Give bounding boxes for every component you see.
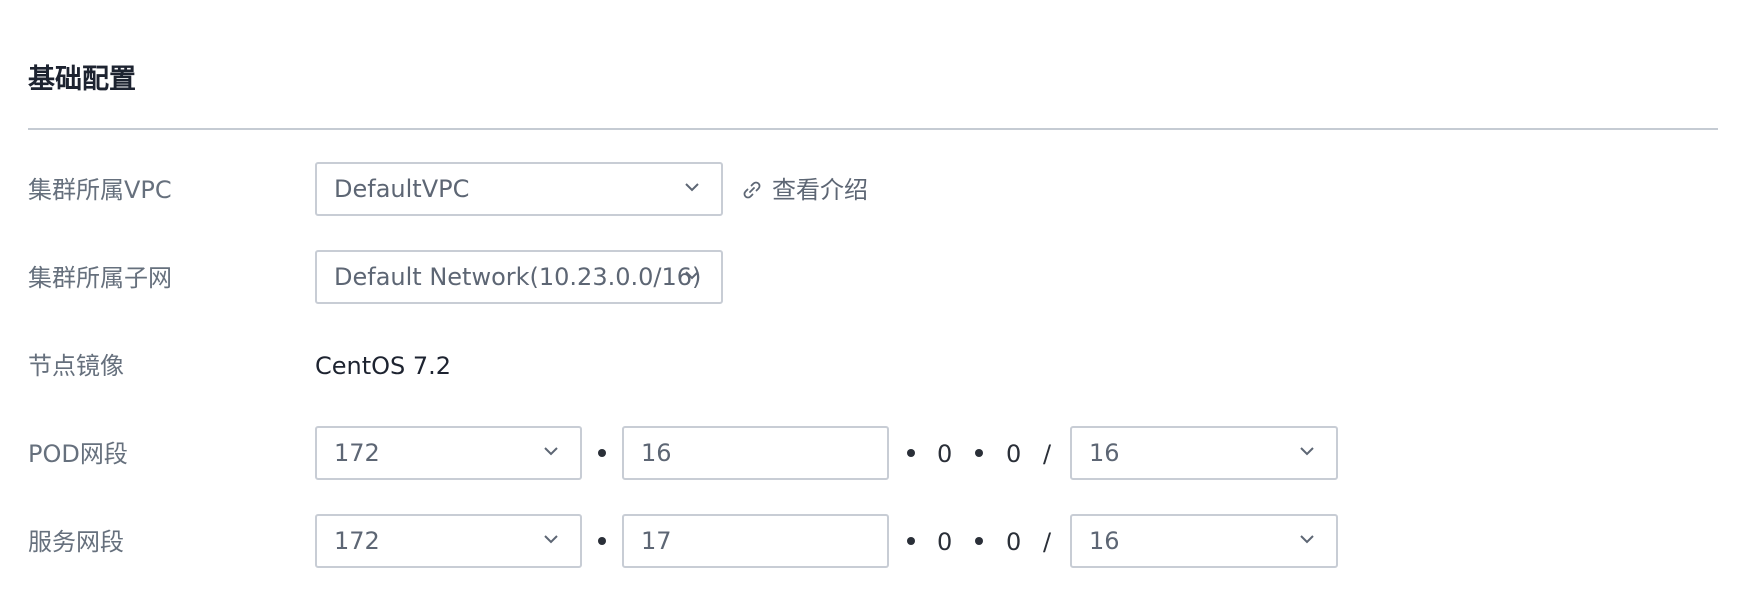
pod-cidr-label: POD网段 [28,440,128,468]
subnet-select-value: Default Network(10.23.0.0/16) [334,263,702,291]
pod-cidr-octet2-input[interactable]: 16 [622,426,889,480]
octet-separator-dot [907,449,915,457]
vpc-select[interactable]: DefaultVPC [315,162,723,216]
service-cidr-row: 服务网段 172 17 0 0 / 16 [0,512,1748,572]
pod-cidr-octet1-value: 172 [334,439,380,467]
vpc-row: 集群所属VPC DefaultVPC 查看介绍 [0,160,1748,220]
octet-separator-dot [975,449,983,457]
node-image-row: 节点镜像 CentOS 7.2 [0,336,1748,396]
pod-cidr-octet4: 0 [1006,440,1022,468]
link-icon [743,181,761,199]
octet-separator-dot [907,537,915,545]
subnet-select[interactable]: Default Network(10.23.0.0/16) [315,250,723,304]
chevron-down-icon [544,535,558,544]
service-cidr-mask-value: 16 [1089,527,1120,555]
vpc-label: 集群所属VPC [28,176,172,204]
pod-cidr-octet1-select[interactable]: 172 [315,426,582,480]
pod-cidr-mask-select[interactable]: 16 [1070,426,1338,480]
chevron-down-icon [685,271,699,280]
section-title: 基础配置 [28,64,136,95]
pod-cidr-row: POD网段 172 16 0 0 / 16 [0,424,1748,484]
section-divider [28,128,1718,130]
service-cidr-octet1-value: 172 [334,527,380,555]
pod-cidr-octet3: 0 [937,440,953,468]
service-cidr-octet3: 0 [937,528,953,556]
node-image-label: 节点镜像 [28,352,124,380]
chevron-down-icon [544,447,558,456]
node-image-value: CentOS 7.2 [315,352,452,380]
service-cidr-slash: / [1043,528,1052,556]
subnet-label: 集群所属子网 [28,264,172,292]
chevron-down-icon [685,183,699,192]
service-cidr-octet4: 0 [1006,528,1022,556]
pod-cidr-octet2-value: 16 [641,439,672,467]
chevron-down-icon [1300,535,1314,544]
service-cidr-octet2-value: 17 [641,527,672,555]
service-cidr-octet1-select[interactable]: 172 [315,514,582,568]
octet-separator-dot [598,537,606,545]
octet-separator-dot [975,537,983,545]
vpc-select-value: DefaultVPC [334,175,470,203]
service-cidr-octet2-input[interactable]: 17 [622,514,889,568]
service-cidr-label: 服务网段 [28,528,124,556]
octet-separator-dot [598,449,606,457]
chevron-down-icon [1300,447,1314,456]
pod-cidr-slash: / [1043,440,1052,468]
view-intro-link-text: 查看介绍 [772,176,868,204]
pod-cidr-mask-value: 16 [1089,439,1120,467]
subnet-row: 集群所属子网 Default Network(10.23.0.0/16) [0,248,1748,308]
service-cidr-mask-select[interactable]: 16 [1070,514,1338,568]
